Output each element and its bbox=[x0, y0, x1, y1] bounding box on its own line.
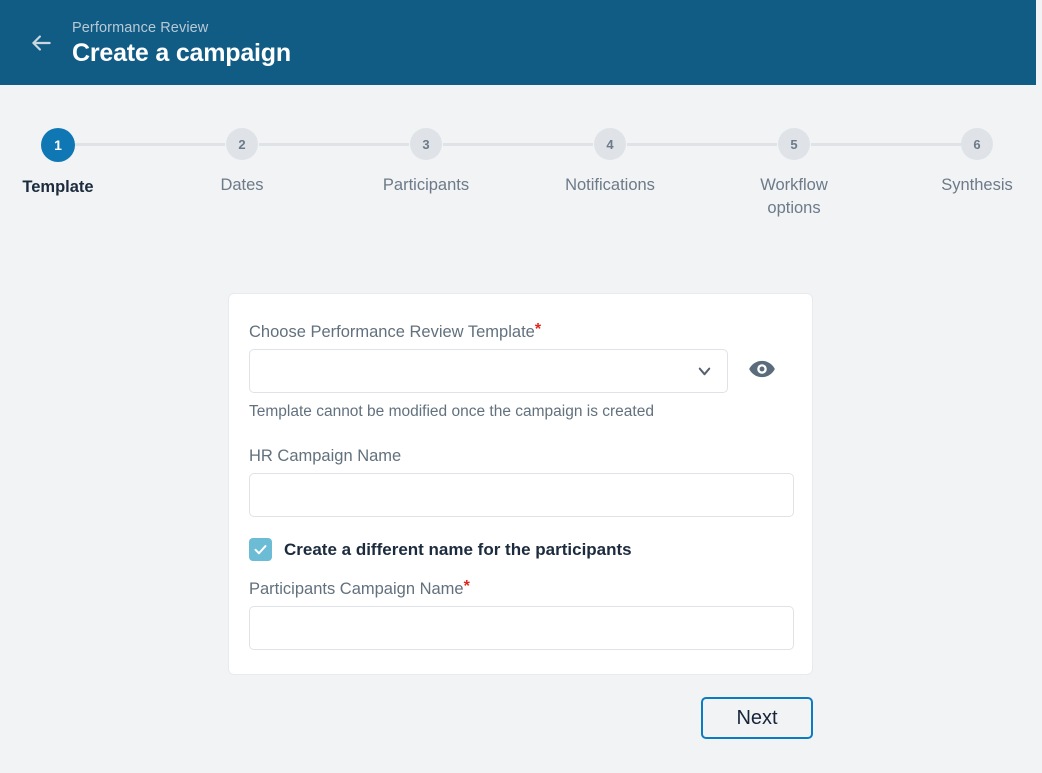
campaign-form-card: Choose Performance Review Template* Temp… bbox=[228, 293, 813, 675]
required-asterisk: * bbox=[463, 578, 470, 595]
step-number-badge: 3 bbox=[410, 128, 442, 160]
eye-icon bbox=[748, 355, 776, 388]
step-number-badge: 6 bbox=[961, 128, 993, 160]
wizard-stepper: 1 Template 2 Dates 3 Participants 4 Noti… bbox=[0, 128, 1036, 248]
participants-campaign-name-input[interactable] bbox=[249, 606, 794, 650]
next-button[interactable]: Next bbox=[701, 697, 813, 739]
stepper-connector-2 bbox=[259, 143, 409, 146]
header-eyebrow: Performance Review bbox=[72, 19, 209, 36]
template-field: Choose Performance Review Template* Temp… bbox=[249, 321, 779, 423]
stepper-connector-4 bbox=[627, 143, 777, 146]
participants-label-text: Participants Campaign Name bbox=[249, 580, 464, 598]
step-label: Synthesis bbox=[941, 176, 1013, 194]
step-number-badge: 4 bbox=[594, 128, 626, 160]
template-field-label: Choose Performance Review Template* bbox=[249, 321, 779, 343]
template-select-row bbox=[249, 349, 779, 393]
different-participant-name-checkbox-row[interactable]: Create a different name for the particip… bbox=[249, 538, 779, 561]
form-footer: Next bbox=[228, 697, 813, 739]
stepper-connector-1 bbox=[75, 143, 225, 146]
hr-campaign-name-field: HR Campaign Name bbox=[249, 445, 794, 517]
participants-campaign-name-field: Participants Campaign Name* bbox=[249, 578, 794, 650]
step-number-badge: 2 bbox=[226, 128, 258, 160]
required-asterisk: * bbox=[534, 321, 542, 338]
checkbox-label: Create a different name for the particip… bbox=[284, 539, 632, 559]
checkbox-checked-icon[interactable] bbox=[249, 538, 272, 561]
template-select[interactable] bbox=[249, 349, 728, 393]
step-item-workflow-options[interactable]: 5 Workflow options bbox=[709, 128, 879, 220]
step-label: Template bbox=[22, 178, 94, 196]
step-label: Participants bbox=[382, 176, 470, 194]
step-item-synthesis[interactable]: 6 Synthesis bbox=[892, 128, 1042, 197]
template-label-text: Choose Performance Review Template bbox=[249, 323, 535, 341]
step-number-badge: 1 bbox=[41, 128, 75, 162]
stepper-connector-3 bbox=[443, 143, 593, 146]
chevron-down-icon bbox=[695, 362, 714, 381]
hr-campaign-name-input[interactable] bbox=[249, 473, 794, 517]
back-button[interactable] bbox=[18, 20, 64, 66]
step-label: Dates bbox=[220, 176, 264, 194]
step-label: Workflow options bbox=[760, 176, 828, 217]
page-header: Performance Review Create a campaign bbox=[0, 0, 1036, 85]
header-text-group: Performance Review Create a campaign bbox=[72, 18, 291, 68]
step-item-participants[interactable]: 3 Participants bbox=[341, 128, 511, 197]
template-help-text: Template cannot be modified once the cam… bbox=[249, 403, 654, 420]
preview-template-button[interactable] bbox=[745, 354, 779, 388]
create-campaign-page: Performance Review Create a campaign 1 T… bbox=[0, 0, 1042, 773]
scrollbar-gutter[interactable] bbox=[1036, 0, 1042, 773]
participants-campaign-name-label: Participants Campaign Name* bbox=[249, 578, 779, 600]
stepper-connector-5 bbox=[811, 143, 961, 146]
arrow-left-icon bbox=[28, 30, 54, 56]
step-item-notifications[interactable]: 4 Notifications bbox=[525, 128, 695, 197]
hr-campaign-name-label: HR Campaign Name bbox=[249, 447, 402, 465]
step-item-dates[interactable]: 2 Dates bbox=[157, 128, 327, 197]
step-number-badge: 5 bbox=[778, 128, 810, 160]
step-item-template[interactable]: 1 Template bbox=[0, 128, 143, 199]
page-title: Create a campaign bbox=[72, 38, 291, 67]
step-label: Notifications bbox=[565, 176, 655, 194]
